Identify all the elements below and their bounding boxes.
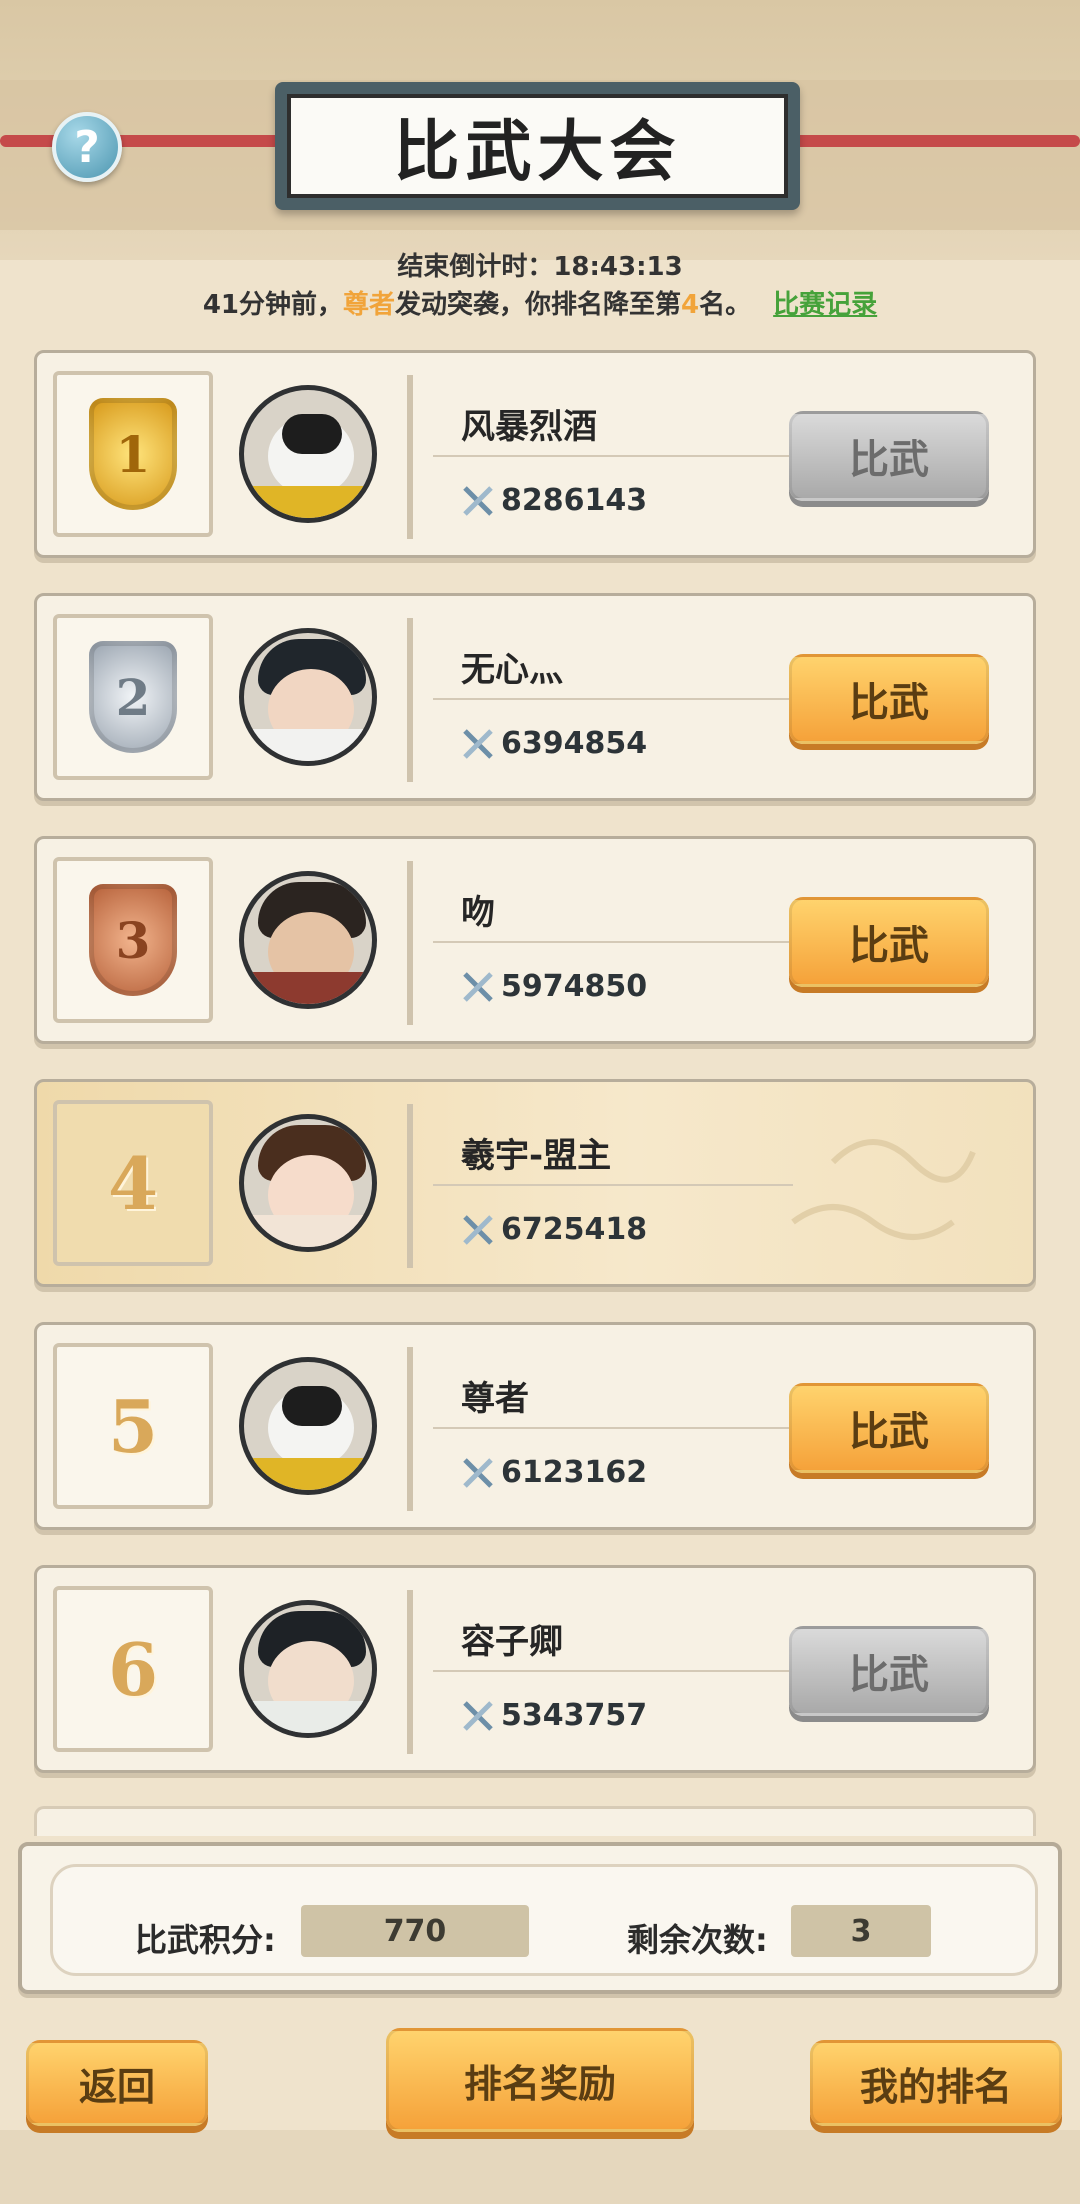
avatar[interactable] bbox=[239, 385, 377, 523]
combat-power-value: 6123162 bbox=[501, 1455, 648, 1490]
player-name: 风暴烈酒 bbox=[461, 407, 597, 447]
combat-power: 6123162 bbox=[461, 1455, 647, 1490]
player-info: 羲宇-盟主 6725418 bbox=[407, 1104, 807, 1268]
player-name: 吻 bbox=[461, 893, 495, 933]
wave-pattern bbox=[0, 2130, 1080, 2204]
rank-number: 6 bbox=[107, 1626, 159, 1712]
avatar[interactable] bbox=[239, 628, 377, 766]
avatar[interactable] bbox=[239, 871, 377, 1009]
gold-medal-icon: 1 bbox=[89, 398, 177, 510]
combat-power-value: 8286143 bbox=[501, 483, 648, 518]
rank-badge: 2 bbox=[53, 614, 213, 780]
fight-button[interactable]: 比武 bbox=[789, 654, 989, 744]
countdown-label: 结束倒计时： bbox=[397, 252, 554, 282]
combat-power: 6725418 bbox=[461, 1212, 647, 1247]
cloud-pattern-icon bbox=[791, 1139, 976, 1240]
rope-decoration-right bbox=[780, 135, 1080, 147]
rank-badge: 4 bbox=[53, 1100, 213, 1266]
combat-power-value: 6725418 bbox=[501, 1212, 648, 1247]
rank-number: 4 bbox=[107, 1140, 159, 1226]
rank-badge: 6 bbox=[53, 1586, 213, 1752]
player-name: 容子卿 bbox=[461, 1622, 563, 1662]
combat-power: 5974850 bbox=[461, 969, 647, 1004]
help-button[interactable]: ? bbox=[52, 112, 122, 182]
notice-suffix: 名。 bbox=[699, 290, 752, 320]
ranking-row: 6 容子卿 5343757 比武 bbox=[34, 1565, 1036, 1773]
rank-badge: 5 bbox=[53, 1343, 213, 1509]
avatar[interactable] bbox=[239, 1357, 377, 1495]
countdown-value: 18:43:13 bbox=[553, 252, 683, 282]
crossed-swords-icon bbox=[463, 728, 493, 759]
player-name: 无心灬 bbox=[461, 650, 563, 690]
player-info: 风暴烈酒 8286143 bbox=[407, 375, 807, 539]
ranking-row: 5 尊者 6123162 比武 bbox=[34, 1322, 1036, 1530]
silver-medal-icon: 2 bbox=[89, 641, 177, 753]
rope-decoration-left bbox=[0, 135, 300, 147]
rank-badge: 3 bbox=[53, 857, 213, 1023]
attack-notice: 41分钟前，尊者发动突袭，你排名降至第4名。 比赛记录 bbox=[0, 284, 1080, 321]
crossed-swords-icon bbox=[463, 1214, 493, 1245]
page-title: 比武大会 bbox=[287, 94, 788, 198]
combat-power: 5343757 bbox=[461, 1698, 647, 1733]
points-value: 770 bbox=[301, 1905, 529, 1957]
question-icon: ? bbox=[74, 121, 100, 173]
notice-prefix: 41分钟前， bbox=[202, 290, 344, 320]
ranking-row: 1 风暴烈酒 8286143 比武 bbox=[34, 350, 1036, 558]
back-button[interactable]: 返回 bbox=[26, 2040, 208, 2126]
player-name: 尊者 bbox=[461, 1379, 529, 1419]
notice-rank: 4 bbox=[681, 290, 700, 320]
avatar[interactable] bbox=[239, 1114, 377, 1252]
ranking-row: 2 无心灬 6394854 比武 bbox=[34, 593, 1036, 801]
notice-attacker: 尊者 bbox=[343, 290, 396, 320]
fight-button[interactable]: 比武 bbox=[789, 411, 989, 501]
stats-panel: 比武积分: 770 剩余次数: 3 bbox=[18, 1842, 1062, 1994]
ranking-row-partial bbox=[34, 1806, 1036, 1836]
my-ranking-button[interactable]: 我的排名 bbox=[810, 2040, 1062, 2126]
remaining-label: 剩余次数: bbox=[627, 1921, 768, 1959]
combat-power: 6394854 bbox=[461, 726, 647, 761]
fight-button[interactable]: 比武 bbox=[789, 1383, 989, 1473]
points-label: 比武积分: bbox=[135, 1921, 276, 1959]
crossed-swords-icon bbox=[463, 971, 493, 1002]
match-record-link[interactable]: 比赛记录 bbox=[773, 290, 877, 320]
combat-power-value: 5974850 bbox=[501, 969, 648, 1004]
title-plaque: 比武大会 bbox=[275, 82, 800, 210]
crossed-swords-icon bbox=[463, 485, 493, 516]
player-name: 羲宇-盟主 bbox=[461, 1136, 612, 1176]
fight-button[interactable]: 比武 bbox=[789, 897, 989, 987]
bronze-medal-icon: 3 bbox=[89, 884, 177, 996]
player-info: 尊者 6123162 bbox=[407, 1347, 807, 1511]
ranking-rewards-button[interactable]: 排名奖励 bbox=[386, 2028, 694, 2132]
combat-power: 8286143 bbox=[461, 483, 647, 518]
rank-badge: 1 bbox=[53, 371, 213, 537]
countdown-text: 结束倒计时：18:43:13 bbox=[0, 246, 1080, 283]
crossed-swords-icon bbox=[463, 1700, 493, 1731]
ranking-row: 3 吻 5974850 比武 bbox=[34, 836, 1036, 1044]
combat-power-value: 6394854 bbox=[501, 726, 648, 761]
rank-number: 5 bbox=[107, 1383, 159, 1469]
avatar[interactable] bbox=[239, 1600, 377, 1738]
player-info: 无心灬 6394854 bbox=[407, 618, 807, 782]
player-info: 容子卿 5343757 bbox=[407, 1590, 807, 1754]
fight-button[interactable]: 比武 bbox=[789, 1626, 989, 1716]
player-info: 吻 5974850 bbox=[407, 861, 807, 1025]
ranking-row-self: 4 羲宇-盟主 6725418 bbox=[34, 1079, 1036, 1287]
notice-middle: 发动突袭，你排名降至第 bbox=[395, 290, 682, 320]
remaining-value: 3 bbox=[791, 1905, 931, 1957]
crossed-swords-icon bbox=[463, 1457, 493, 1488]
combat-power-value: 5343757 bbox=[501, 1698, 648, 1733]
